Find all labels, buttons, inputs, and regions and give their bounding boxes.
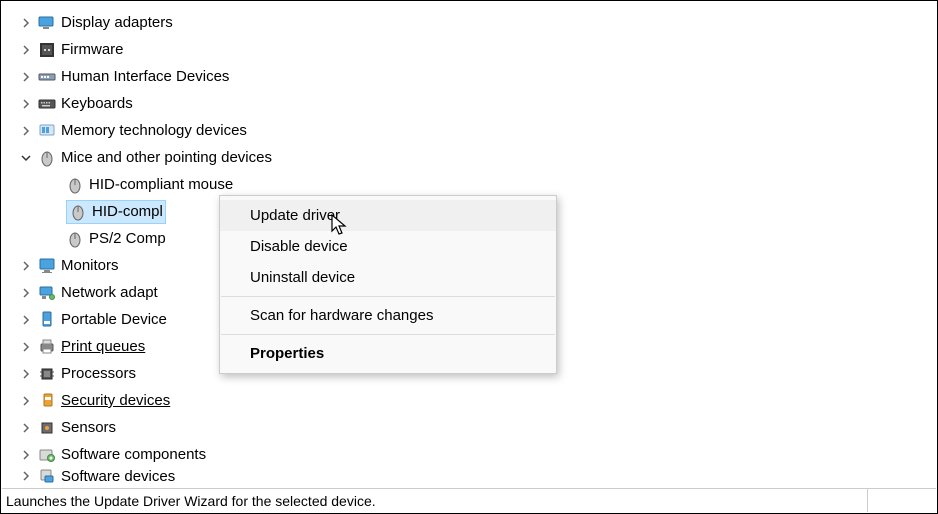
tree-category[interactable]: Memory technology devices xyxy=(19,117,937,144)
category-label: Software devices xyxy=(61,468,175,484)
category-label: Mice and other pointing devices xyxy=(61,149,272,166)
expand-toggle[interactable] xyxy=(19,70,33,84)
expand-toggle[interactable] xyxy=(19,421,33,435)
category-label: Keyboards xyxy=(61,95,133,112)
expand-toggle[interactable] xyxy=(19,259,33,273)
menu-item[interactable]: Disable device xyxy=(220,231,556,262)
context-menu: Update driverDisable deviceUninstall dev… xyxy=(219,195,557,374)
category-label: Human Interface Devices xyxy=(61,68,229,85)
mouse-icon xyxy=(38,149,56,167)
status-bar: Launches the Update Driver Wizard for th… xyxy=(2,488,936,512)
expand-toggle[interactable] xyxy=(19,340,33,354)
category-label: Sensors xyxy=(61,419,116,436)
mouse-icon xyxy=(66,230,84,248)
tree-category[interactable]: Software devices xyxy=(19,468,937,484)
menu-separator xyxy=(221,296,555,297)
expand-toggle[interactable] xyxy=(19,448,33,462)
category-label: Memory technology devices xyxy=(61,122,247,139)
collapse-toggle[interactable] xyxy=(19,151,33,165)
menu-item[interactable]: Uninstall device xyxy=(220,262,556,293)
cpu-icon xyxy=(38,365,56,383)
mouse-icon xyxy=(66,176,84,194)
expand-toggle[interactable] xyxy=(19,97,33,111)
mouse-icon xyxy=(69,203,87,221)
keyboard-icon xyxy=(38,95,56,113)
category-label: Network adapt xyxy=(61,284,158,301)
menu-item[interactable]: Properties xyxy=(220,338,556,369)
firmware-icon xyxy=(38,41,56,59)
tree-category[interactable]: Security devices xyxy=(19,387,937,414)
tree-category[interactable]: Display adapters xyxy=(19,9,937,36)
category-label: Display adapters xyxy=(61,14,173,31)
tree-device[interactable]: HID-compliant mouse xyxy=(47,171,937,198)
memory-icon xyxy=(38,122,56,140)
tree-category[interactable]: Firmware xyxy=(19,36,937,63)
software-comp-icon xyxy=(38,446,56,464)
expand-toggle[interactable] xyxy=(19,16,33,30)
expand-toggle[interactable] xyxy=(19,367,33,381)
display-adapter-icon xyxy=(38,14,56,32)
category-label: Processors xyxy=(61,365,136,382)
expand-toggle[interactable] xyxy=(19,313,33,327)
category-label: Software components xyxy=(61,446,206,463)
menu-item[interactable]: Scan for hardware changes xyxy=(220,300,556,331)
category-label: Portable Device xyxy=(61,311,167,328)
tree-category[interactable]: Keyboards xyxy=(19,90,937,117)
network-icon xyxy=(38,284,56,302)
monitor-icon xyxy=(38,257,56,275)
tree-category[interactable]: Software components xyxy=(19,441,937,468)
menu-item[interactable]: Update driver xyxy=(220,200,556,231)
menu-separator xyxy=(221,334,555,335)
device-label: HID-compliant mouse xyxy=(89,176,233,193)
hid-icon xyxy=(38,68,56,86)
category-label: Firmware xyxy=(61,41,124,58)
status-divider xyxy=(867,489,868,512)
printer-icon xyxy=(38,338,56,356)
expand-toggle[interactable] xyxy=(19,43,33,57)
category-label: Monitors xyxy=(61,257,119,274)
software-dev-icon xyxy=(38,468,56,484)
expand-toggle[interactable] xyxy=(19,286,33,300)
expand-toggle[interactable] xyxy=(19,124,33,138)
security-icon xyxy=(38,392,56,410)
expand-toggle[interactable] xyxy=(19,469,33,483)
portable-icon xyxy=(38,311,56,329)
expand-toggle[interactable] xyxy=(19,394,33,408)
status-text: Launches the Update Driver Wizard for th… xyxy=(6,493,376,509)
tree-category[interactable]: Sensors xyxy=(19,414,937,441)
device-label: HID-compl xyxy=(92,203,163,220)
device-label: PS/2 Comp xyxy=(89,230,166,247)
tree-category[interactable]: Human Interface Devices xyxy=(19,63,937,90)
tree-category[interactable]: Mice and other pointing devices xyxy=(19,144,937,171)
category-label: Print queues xyxy=(61,338,145,355)
category-label: Security devices xyxy=(61,392,170,409)
sensor-icon xyxy=(38,419,56,437)
